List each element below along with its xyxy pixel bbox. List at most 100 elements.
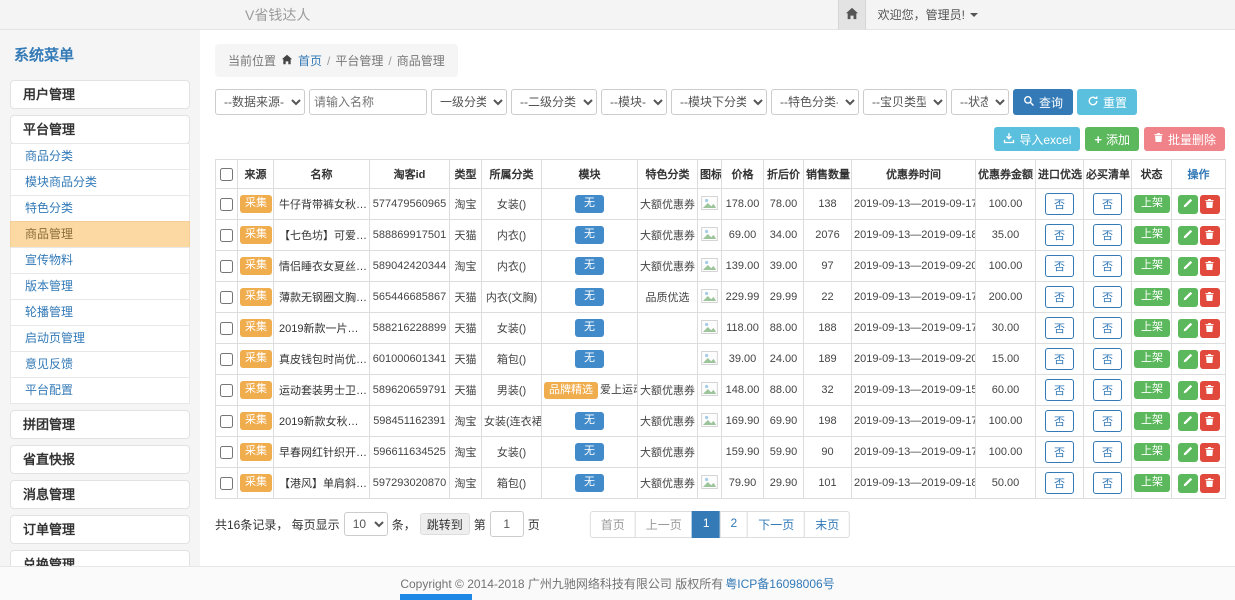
edit-button[interactable] <box>1178 350 1198 369</box>
edit-button[interactable] <box>1178 474 1198 493</box>
edit-button[interactable] <box>1178 381 1198 400</box>
import-select-toggle[interactable]: 否 <box>1045 286 1074 308</box>
import-select-toggle[interactable]: 否 <box>1045 441 1074 463</box>
cell-discount-price: 78.00 <box>764 189 804 220</box>
status-select[interactable]: --状态-- <box>951 89 1009 115</box>
must-buy-toggle[interactable]: 否 <box>1093 379 1122 401</box>
row-checkbox[interactable] <box>220 322 233 335</box>
delete-button[interactable] <box>1200 474 1220 493</box>
delete-button[interactable] <box>1200 412 1220 431</box>
must-buy-toggle[interactable]: 否 <box>1093 255 1122 277</box>
row-checkbox[interactable] <box>220 415 233 428</box>
edit-button[interactable] <box>1178 226 1198 245</box>
item-type-select[interactable]: --宝贝类型-- <box>863 89 947 115</box>
delete-button[interactable] <box>1200 443 1220 462</box>
name-search-input[interactable] <box>309 89 427 115</box>
delete-button[interactable] <box>1200 350 1220 369</box>
delete-button[interactable] <box>1200 319 1220 338</box>
sidebar-item-用户管理[interactable]: 用户管理 <box>10 80 190 109</box>
batch-delete-button[interactable]: 批量删除 <box>1144 127 1225 151</box>
import-select-toggle[interactable]: 否 <box>1045 379 1074 401</box>
delete-button[interactable] <box>1200 226 1220 245</box>
import-select-toggle[interactable]: 否 <box>1045 317 1074 339</box>
table-row: 采集早春网红针织开衫女春...596611634525淘宝女装()无大额优惠券1… <box>216 437 1226 468</box>
category-level1-select[interactable]: 一级分类 <box>431 89 507 115</box>
must-buy-toggle[interactable]: 否 <box>1093 441 1122 463</box>
sidebar-item-特色分类[interactable]: 特色分类 <box>10 195 190 222</box>
sidebar-item-平台管理[interactable]: 平台管理 <box>10 115 190 144</box>
sidebar-item-拼团管理[interactable]: 拼团管理 <box>10 410 190 439</box>
delete-button[interactable] <box>1200 288 1220 307</box>
row-checkbox[interactable] <box>220 353 233 366</box>
must-buy-toggle[interactable]: 否 <box>1093 317 1122 339</box>
trash-icon <box>1204 476 1215 491</box>
row-checkbox[interactable] <box>220 260 233 273</box>
import-select-toggle[interactable]: 否 <box>1045 255 1074 277</box>
sidebar-item-版本管理[interactable]: 版本管理 <box>10 273 190 300</box>
row-checkbox[interactable] <box>220 384 233 397</box>
page-button-上一页[interactable]: 上一页 <box>635 511 693 538</box>
row-checkbox[interactable] <box>220 198 233 211</box>
sidebar-item-消息管理[interactable]: 消息管理 <box>10 480 190 509</box>
import-select-toggle[interactable]: 否 <box>1045 410 1074 432</box>
search-button[interactable]: 查询 <box>1013 89 1073 115</box>
feature-category-select[interactable]: --特色分类-- <box>771 89 859 115</box>
row-checkbox[interactable] <box>220 291 233 304</box>
user-menu[interactable]: 欢迎您，管理员! <box>866 6 990 23</box>
sidebar-item-意见反馈[interactable]: 意见反馈 <box>10 351 190 378</box>
import-select-toggle[interactable]: 否 <box>1045 193 1074 215</box>
must-buy-toggle[interactable]: 否 <box>1093 224 1122 246</box>
sidebar-item-订单管理[interactable]: 订单管理 <box>10 515 190 544</box>
import-select-toggle[interactable]: 否 <box>1045 472 1074 494</box>
reset-button[interactable]: 重置 <box>1077 89 1137 115</box>
page-button-1[interactable]: 1 <box>692 511 721 538</box>
data-source-select[interactable]: --数据来源-- <box>215 89 305 115</box>
row-checkbox[interactable] <box>220 477 233 490</box>
page-button-首页[interactable]: 首页 <box>590 511 636 538</box>
sidebar-item-省直快报[interactable]: 省直快报 <box>10 445 190 474</box>
must-buy-toggle[interactable]: 否 <box>1093 410 1122 432</box>
delete-button[interactable] <box>1200 381 1220 400</box>
edit-button[interactable] <box>1178 319 1198 338</box>
sidebar-item-平台配置[interactable]: 平台配置 <box>10 377 190 404</box>
must-buy-toggle[interactable]: 否 <box>1093 348 1122 370</box>
breadcrumb-home-link[interactable]: 首页 <box>298 52 322 69</box>
jump-page-input[interactable] <box>490 511 524 537</box>
sidebar-item-商品管理[interactable]: 商品管理 <box>10 221 190 248</box>
import-select-toggle[interactable]: 否 <box>1045 348 1074 370</box>
sidebar-item-兑换管理[interactable]: 兑换管理 <box>10 550 190 566</box>
sidebar-item-启动页管理[interactable]: 启动页管理 <box>10 325 190 352</box>
edit-button[interactable] <box>1178 412 1198 431</box>
must-buy-toggle[interactable]: 否 <box>1093 472 1122 494</box>
jump-button[interactable]: 跳转到 <box>420 513 470 535</box>
add-button[interactable]: + 添加 <box>1085 127 1139 151</box>
module-sub-select[interactable]: --模块下分类-- <box>671 89 767 115</box>
module-select[interactable]: --模块-- <box>601 89 667 115</box>
sidebar-item-模块商品分类[interactable]: 模块商品分类 <box>10 169 190 196</box>
edit-button[interactable] <box>1178 257 1198 276</box>
sidebar-item-宣传物料[interactable]: 宣传物料 <box>10 247 190 274</box>
import-excel-button[interactable]: 导入excel <box>994 127 1080 151</box>
page-button-下一页[interactable]: 下一页 <box>747 511 805 538</box>
icp-link[interactable]: 粤ICP备16098006号 <box>725 575 834 592</box>
page-button-末页[interactable]: 末页 <box>804 511 850 538</box>
import-select-toggle[interactable]: 否 <box>1045 224 1074 246</box>
row-checkbox[interactable] <box>220 446 233 459</box>
sidebar-item-商品分类[interactable]: 商品分类 <box>10 143 190 170</box>
page-button-2[interactable]: 2 <box>720 511 749 538</box>
must-buy-toggle[interactable]: 否 <box>1093 286 1122 308</box>
edit-button[interactable] <box>1178 443 1198 462</box>
select-all-checkbox[interactable] <box>220 168 233 181</box>
delete-button[interactable] <box>1200 195 1220 214</box>
edit-button[interactable] <box>1178 288 1198 307</box>
cell-source: 采集 <box>238 282 274 313</box>
must-buy-toggle[interactable]: 否 <box>1093 193 1122 215</box>
edit-button[interactable] <box>1178 195 1198 214</box>
category-level2-select[interactable]: --二级分类-- <box>511 89 597 115</box>
per-page-select[interactable]: 10 <box>344 512 388 536</box>
cell-icon <box>698 189 722 220</box>
sidebar-item-轮播管理[interactable]: 轮播管理 <box>10 299 190 326</box>
home-button[interactable] <box>838 0 866 30</box>
row-checkbox[interactable] <box>220 229 233 242</box>
delete-button[interactable] <box>1200 257 1220 276</box>
